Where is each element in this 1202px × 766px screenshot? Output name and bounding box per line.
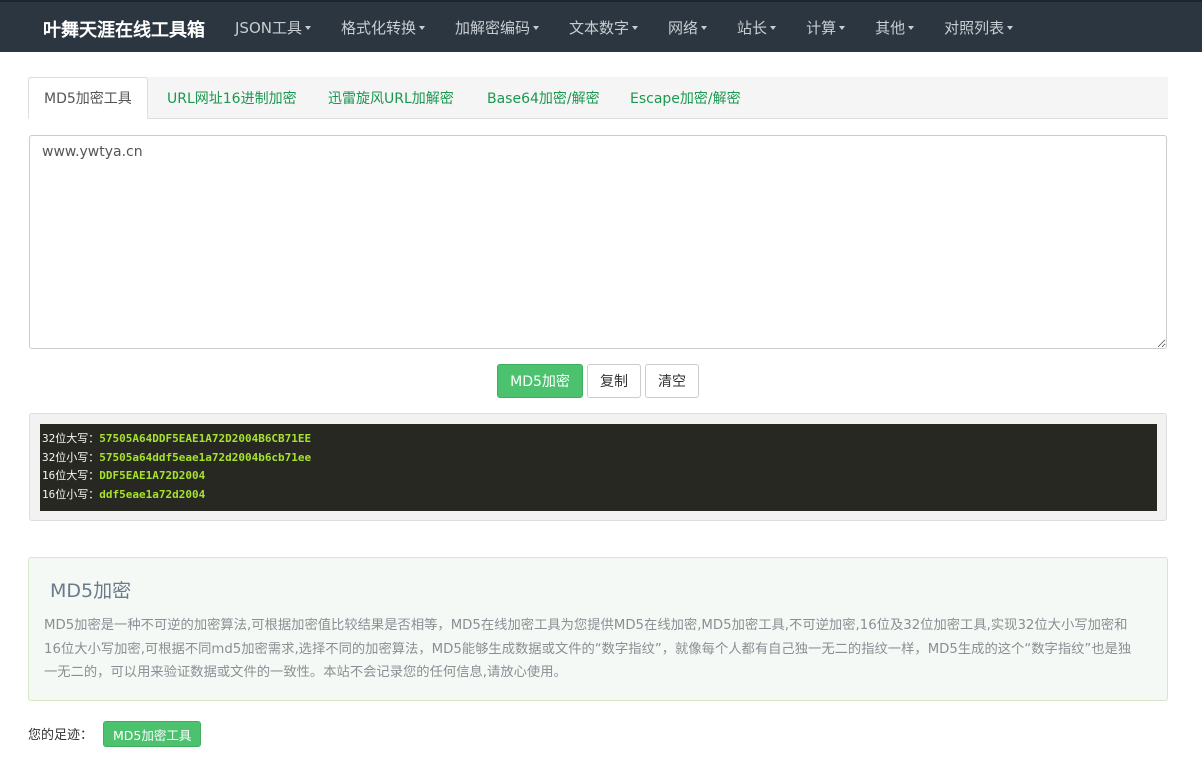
caret-down-icon	[533, 26, 540, 30]
caret-down-icon	[839, 26, 846, 30]
tab-md5[interactable]: MD5加密工具	[28, 77, 148, 119]
nav-item-other[interactable]: 其他	[860, 2, 929, 52]
result-value: 57505A64DDF5EAE1A72D2004B6CB71EE	[99, 432, 312, 445]
tab-base64[interactable]: Base64加密/解密	[487, 77, 600, 119]
nav-label: 计算	[806, 18, 837, 37]
caret-down-icon	[701, 26, 708, 30]
nav-label: 格式化转换	[340, 18, 416, 37]
text-input[interactable]	[29, 135, 1167, 349]
nav-label: 网络	[668, 18, 699, 37]
info-title: MD5加密	[50, 580, 132, 602]
caret-down-icon	[419, 26, 425, 30]
info-panel: MD5加密 MD5加密是一种不可逆的加密算法,可根据加密值比较结果是否相等，MD…	[28, 557, 1168, 701]
nav-label: 加解密编码	[455, 18, 531, 37]
result-row: 32位小写：57505a64ddf5eae1a72d2004b6cb71ee	[42, 449, 1155, 468]
result-row: 16位大写：DDF5EAE1A72D2004	[42, 467, 1155, 486]
result-value: DDF5EAE1A72D2004	[99, 469, 206, 482]
top-navbar: 叶舞天涯在线工具箱 JSON工具 格式化转换 加解密编码 文本数字 网络 站长 …	[0, 0, 1202, 52]
result-label: 16位大写：	[42, 469, 100, 482]
result-value: 57505a64ddf5eae1a72d2004b6cb71ee	[99, 450, 312, 464]
clear-button[interactable]: 清空	[645, 364, 699, 398]
result-label: 16位小写：	[42, 487, 100, 501]
result-output: 32位大写：57505A64DDF5EAE1A72D2004B6CB71EE 3…	[40, 424, 1157, 511]
nav-item-json[interactable]: JSON工具	[220, 2, 326, 52]
caret-down-icon	[632, 26, 639, 30]
nav-item-text[interactable]: 文本数字	[554, 2, 653, 52]
nav-item-crypto[interactable]: 加解密编码	[440, 2, 554, 52]
result-row: 16位小写：ddf5eae1a72d2004	[42, 486, 1155, 505]
tab-escape[interactable]: Escape加密/解密	[630, 77, 741, 119]
brand-logo[interactable]: 叶舞天涯在线工具箱	[43, 16, 205, 42]
nav-item-calc[interactable]: 计算	[791, 2, 860, 52]
caret-down-icon	[908, 26, 915, 30]
md5-encrypt-button[interactable]: MD5加密	[497, 364, 583, 398]
info-description: MD5加密是一种不可逆的加密算法,可根据加密值比较结果是否相等，MD5在线加密工…	[44, 618, 1132, 680]
nav-label: 站长	[737, 18, 768, 37]
tab-thunder-url[interactable]: 迅雷旋风URL加解密	[328, 77, 454, 119]
nav-label: 文本数字	[569, 18, 630, 37]
nav-item-webmaster[interactable]: 站长	[722, 2, 791, 52]
caret-down-icon	[770, 26, 777, 30]
copy-button[interactable]: 复制	[587, 364, 641, 398]
nav-menu: JSON工具 格式化转换 加解密编码 文本数字 网络 站长 计算 其他 对照列表	[220, 2, 1028, 52]
nav-item-reference[interactable]: 对照列表	[929, 2, 1028, 52]
nav-label: 其他	[875, 18, 906, 37]
nav-label: JSON工具	[235, 18, 302, 37]
footprint-link-md5[interactable]: MD5加密工具	[103, 721, 202, 747]
nav-item-network[interactable]: 网络	[653, 2, 722, 52]
nav-label: 对照列表	[944, 18, 1005, 37]
tab-url-hex[interactable]: URL网址16进制加密	[167, 77, 297, 119]
result-label: 32位大写：	[42, 432, 100, 445]
result-panel: 32位大写：57505A64DDF5EAE1A72D2004B6CB71EE 3…	[29, 413, 1167, 521]
tool-tabs: MD5加密工具 URL网址16进制加密 迅雷旋风URL加解密 Base64加密/…	[28, 77, 1168, 119]
result-value: ddf5eae1a72d2004	[99, 487, 206, 501]
caret-down-icon	[304, 26, 311, 30]
nav-item-format[interactable]: 格式化转换	[326, 2, 440, 52]
result-row: 32位大写：57505A64DDF5EAE1A72D2004B6CB71EE	[42, 430, 1155, 449]
caret-down-icon	[1007, 26, 1014, 30]
result-label: 32位小写：	[42, 450, 100, 464]
footprint-label: 您的足迹：	[28, 728, 94, 743]
